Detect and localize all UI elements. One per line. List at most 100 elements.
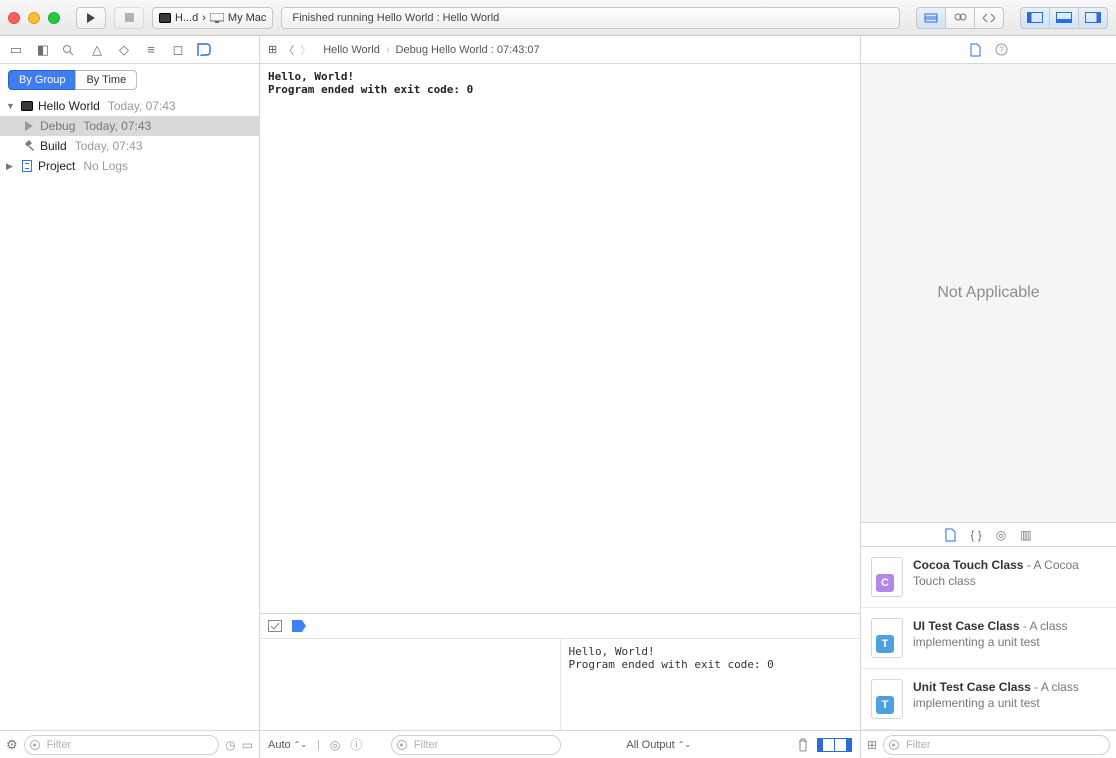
debug-navigator-icon[interactable]: ≡	[143, 42, 159, 57]
variables-filter-input[interactable]	[391, 735, 561, 755]
toggle-debug-area-button[interactable]	[1049, 7, 1079, 29]
by-time-segment[interactable]: By Time	[75, 70, 137, 90]
console-line: Program ended with exit code: 0	[268, 83, 473, 96]
tree-row-hello-world[interactable]: ▼ Hello World Today, 07:43	[0, 96, 259, 116]
mac-icon	[210, 13, 224, 23]
inspector-content: Not Applicable	[861, 64, 1116, 522]
library-footer: ⊞	[861, 730, 1116, 758]
scheme-destination-label: My Mac	[228, 12, 267, 24]
clear-console-icon[interactable]	[797, 738, 809, 752]
report-tree[interactable]: ▼ Hello World Today, 07:43 Debug Today, …	[0, 96, 259, 730]
inspector-placeholder: Not Applicable	[937, 284, 1039, 302]
library-filter-input[interactable]	[883, 735, 1110, 755]
issue-navigator-icon[interactable]: △	[89, 42, 105, 58]
show-variables-pane-button[interactable]	[817, 738, 835, 752]
tree-row-project[interactable]: ▶ Project No Logs	[0, 156, 259, 176]
jumpbar-project[interactable]: Hello World	[323, 44, 380, 56]
file-inspector-icon[interactable]	[970, 43, 981, 57]
disclosure-triangle-icon[interactable]: ▶	[6, 161, 16, 172]
tree-row-debug[interactable]: Debug Today, 07:43	[0, 116, 259, 136]
go-forward-button[interactable]: 〉	[300, 42, 311, 58]
console-line: Hello, World!	[268, 70, 354, 83]
disclosure-triangle-icon[interactable]: ▼	[6, 101, 16, 111]
template-file-icon: T	[871, 679, 903, 719]
tree-row-build[interactable]: Build Today, 07:43	[0, 136, 259, 156]
library-selector-bar: { } ◎ ▥	[861, 522, 1116, 546]
library-item-text: Cocoa Touch Class - A Cocoa Touch class	[913, 557, 1106, 589]
source-control-navigator-icon[interactable]: ◧	[35, 42, 51, 58]
breakpoint-navigator-icon[interactable]: ◻	[170, 42, 186, 58]
object-library-icon[interactable]: ◎	[996, 528, 1006, 542]
go-back-button[interactable]: 〈	[283, 42, 294, 58]
assistant-editor-button[interactable]	[945, 7, 975, 29]
library-item[interactable]: T Unit Test Case Class - A class impleme…	[861, 669, 1116, 730]
library-item[interactable]: C Cocoa Touch Class - A Cocoa Touch clas…	[861, 547, 1116, 608]
scheme-selector[interactable]: H...d › My Mac	[152, 7, 273, 29]
find-navigator-icon[interactable]	[62, 44, 78, 56]
print-description-icon[interactable]: ⓘ	[350, 736, 362, 753]
glyph-t-icon: T	[876, 696, 894, 714]
file-template-library-icon[interactable]	[945, 528, 956, 542]
by-group-segment[interactable]: By Group	[8, 70, 76, 90]
continue-icon[interactable]	[292, 620, 306, 632]
status-text: Finished running Hello World : Hello Wor…	[292, 12, 499, 24]
terminal-icon	[159, 13, 171, 23]
minimize-window-button[interactable]	[28, 12, 40, 24]
close-window-button[interactable]	[8, 12, 20, 24]
library-list[interactable]: C Cocoa Touch Class - A Cocoa Touch clas…	[861, 546, 1116, 730]
play-icon	[22, 121, 36, 131]
variables-scope-dropdown[interactable]: Auto ⌃⌄	[268, 739, 307, 751]
version-editor-button[interactable]	[974, 7, 1004, 29]
tree-label: Project	[38, 159, 75, 173]
library-view-mode-icon[interactable]: ⊞	[867, 738, 877, 752]
terminal-icon	[20, 101, 34, 111]
project-navigator-icon[interactable]: ▭	[8, 42, 24, 58]
chevron-right-icon: ›	[202, 12, 206, 24]
standard-editor-button[interactable]	[916, 7, 946, 29]
svg-text:?: ?	[999, 46, 1004, 55]
zoom-window-button[interactable]	[48, 12, 60, 24]
quicklook-icon[interactable]: ◎	[330, 738, 340, 752]
console-line: Hello, World!	[569, 645, 655, 658]
toggle-breakpoints-icon[interactable]	[268, 620, 282, 632]
tree-label: Debug	[40, 119, 75, 133]
console-output-dropdown[interactable]: All Output ⌃⌄	[626, 739, 691, 751]
tree-meta: Today, 07:43	[83, 119, 151, 133]
related-items-icon[interactable]: ⊞	[268, 43, 277, 56]
report-grouping-segment: By Group By Time	[0, 64, 259, 96]
quick-help-icon[interactable]: ?	[995, 43, 1008, 56]
stop-button[interactable]	[114, 7, 144, 29]
console-view[interactable]: Hello, World! Program ended with exit co…	[561, 639, 861, 730]
jump-bar: ⊞ 〈 〉 Hello World › Debug Hello World : …	[260, 36, 860, 64]
run-button[interactable]	[76, 7, 106, 29]
debug-body: Hello, World! Program ended with exit co…	[260, 639, 860, 730]
toggle-utilities-button[interactable]	[1078, 7, 1108, 29]
chevron-right-icon: ›	[386, 44, 390, 56]
library-item[interactable]: T UI Test Case Class - A class implement…	[861, 608, 1116, 669]
show-console-pane-button[interactable]	[834, 738, 852, 752]
library-item-text: Unit Test Case Class - A class implement…	[913, 679, 1106, 711]
activity-status: Finished running Hello World : Hello Wor…	[281, 7, 900, 29]
test-navigator-icon[interactable]: ◇	[116, 42, 132, 58]
recent-filter-icon[interactable]: ◷	[225, 738, 235, 752]
glyph-c-icon: C	[876, 574, 894, 592]
debug-area: Hello, World! Program ended with exit co…	[260, 613, 860, 758]
debug-pane-toggle	[817, 738, 852, 752]
scheme-project-label: H...d	[175, 12, 198, 24]
gear-icon[interactable]: ⚙	[6, 737, 18, 753]
report-navigator-icon[interactable]	[197, 43, 213, 56]
toggle-navigator-button[interactable]	[1020, 7, 1050, 29]
debug-bar	[260, 614, 860, 639]
doc-icon	[20, 160, 34, 172]
tree-label: Hello World	[38, 99, 100, 113]
variables-view[interactable]	[260, 639, 561, 730]
tree-meta: Today, 07:43	[108, 99, 176, 113]
utilities-panel: ? Not Applicable { } ◎ ▥ C Cocoa Touch C…	[860, 36, 1116, 758]
media-library-icon[interactable]: ▥	[1020, 528, 1031, 542]
navigator-filter-input[interactable]	[24, 735, 220, 755]
code-snippet-library-icon[interactable]: { }	[970, 528, 981, 542]
report-console[interactable]: Hello, World! Program ended with exit co…	[260, 64, 860, 613]
scope-filter-icon[interactable]: ▭	[242, 738, 253, 752]
inspector-selector-bar: ?	[861, 36, 1116, 64]
jumpbar-item[interactable]: Debug Hello World : 07:43:07	[396, 44, 540, 56]
